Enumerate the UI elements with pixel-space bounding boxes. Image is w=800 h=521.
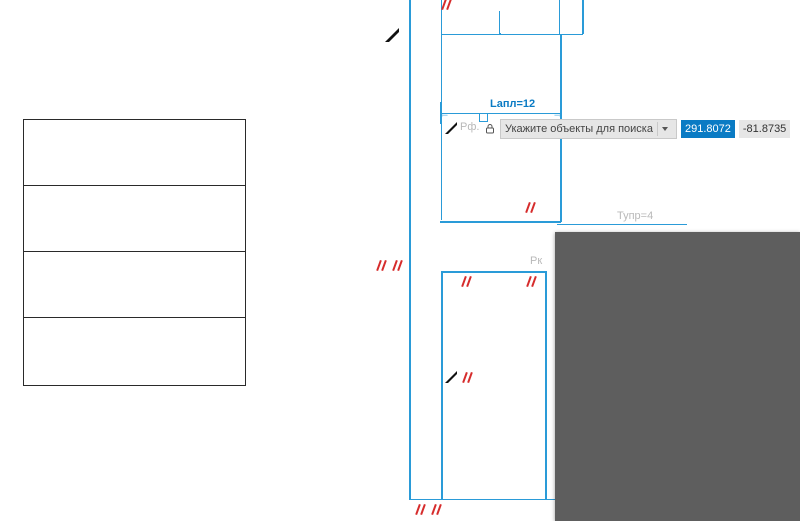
lock-icon <box>484 123 496 135</box>
section-arrow-icon <box>385 28 399 42</box>
tooltip-pane <box>555 232 800 521</box>
section-arrow-icon <box>445 122 459 136</box>
edge-line[interactable] <box>441 271 443 499</box>
hatch-mark-icon <box>524 203 540 213</box>
dim-line[interactable] <box>441 113 560 114</box>
tick-line <box>500 33 501 34</box>
leader-line[interactable] <box>557 224 687 225</box>
hatch-mark-icon <box>430 505 446 515</box>
hatch-mark-icon <box>440 0 456 10</box>
label-tupr: Тупр=4 <box>617 210 653 222</box>
command-prompt-text: Укажите объекты для поиска <box>505 123 653 135</box>
hatch-mark-icon <box>461 373 477 383</box>
label-rk: Рк <box>530 255 542 267</box>
edge-line[interactable] <box>545 271 547 499</box>
dim-arrow-right: → <box>552 107 564 119</box>
dim-label-lapl: Lапл=12 <box>490 98 535 110</box>
table-row[interactable] <box>24 186 245 252</box>
dynamic-input-bar: Укажите объекты для поиска 291.8072 -81.… <box>484 120 790 138</box>
section-arrow-icon <box>445 371 459 385</box>
command-prompt[interactable]: Укажите объекты для поиска <box>500 119 677 139</box>
hatch-mark-icon <box>391 261 407 271</box>
table-row[interactable] <box>24 318 245 384</box>
coord-x-input[interactable]: 291.8072 <box>681 120 735 138</box>
extension-line[interactable] <box>559 0 560 34</box>
extension-line[interactable] <box>499 11 500 34</box>
table-row[interactable] <box>24 120 245 186</box>
dim-arrow-left: ← <box>438 107 450 119</box>
drawing-canvas[interactable]: { "left_table": { "rows": 4 }, "drawing"… <box>0 0 800 521</box>
table-row[interactable] <box>24 252 245 318</box>
chevron-down-icon[interactable] <box>657 122 672 136</box>
edge-line[interactable] <box>582 0 584 34</box>
title-block-table[interactable] <box>23 119 246 386</box>
hatch-mark-icon <box>460 277 476 287</box>
edge-line[interactable] <box>441 271 546 273</box>
edge-line[interactable] <box>409 0 411 500</box>
hatch-mark-icon <box>525 277 541 287</box>
edge-line[interactable] <box>440 221 561 223</box>
label-rf: Рф. <box>460 121 479 133</box>
hatch-mark-icon <box>375 261 391 271</box>
coord-y-input[interactable]: -81.8735 <box>739 120 790 138</box>
hatch-mark-icon <box>414 505 430 515</box>
